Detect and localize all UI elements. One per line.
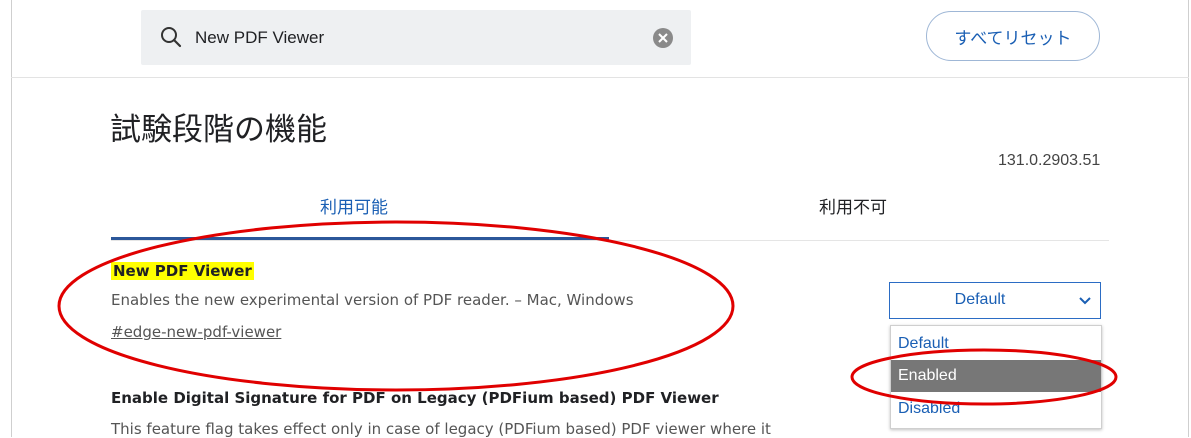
chevron-down-icon [1079,297,1091,305]
flag-description-2: This feature flag takes effect only in c… [111,420,771,438]
search-input[interactable] [193,23,617,53]
flag-title: New PDF Viewer [111,262,254,280]
flag-description: Enables the new experimental version of … [111,291,634,309]
tab-available[interactable]: 利用可能 [320,193,388,218]
search-icon [161,27,182,48]
flag-state-select[interactable]: Default [889,282,1101,319]
search-bar [141,10,691,65]
reset-all-button[interactable]: すべてリセット [926,11,1100,61]
tab-unavailable[interactable]: 利用不可 [819,193,887,218]
version-number: 131.0.2903.51 [998,152,1101,169]
clear-search-icon[interactable] [653,28,673,48]
tab-divider [111,240,1109,241]
header-divider [11,77,1189,78]
option-enabled[interactable]: Enabled [891,360,1101,392]
page-title: 試験段階の機能 [110,112,327,148]
select-dropdown: Default Enabled Disabled [890,325,1102,429]
option-default[interactable]: Default [891,328,1101,360]
option-disabled[interactable]: Disabled [891,393,1101,425]
select-value: Default [954,291,1006,308]
flag-link[interactable]: #edge-new-pdf-viewer [111,323,281,341]
flag-title-2: Enable Digital Signature for PDF on Lega… [111,389,719,407]
